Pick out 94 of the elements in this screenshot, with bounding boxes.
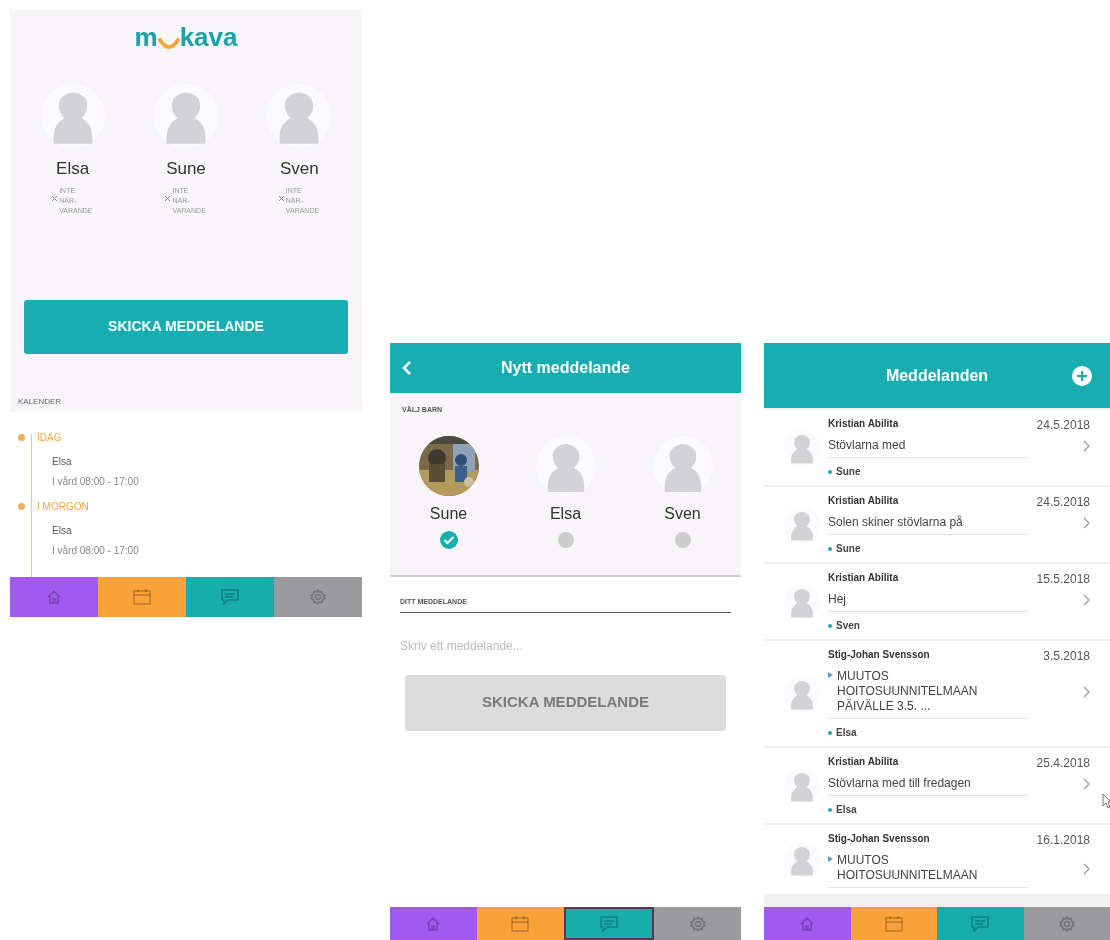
message-date: 24.5.2018 <box>1036 494 1090 511</box>
day-label: I MORGON <box>37 499 89 514</box>
child-tag: Sune <box>836 541 861 556</box>
radio-icon[interactable] <box>555 529 576 550</box>
child-name: Sune <box>429 503 468 524</box>
message-text: MUUTOS HOITOSUUNNITELMAAN <box>837 853 979 883</box>
message-field[interactable]: Skriv ett meddelande... <box>400 630 731 661</box>
cross-icon <box>52 195 58 201</box>
dot-icon <box>828 807 832 812</box>
dot-icon <box>828 546 832 551</box>
home-icon <box>425 915 442 932</box>
sender-name: Kristian Abilita <box>828 417 899 431</box>
message-row[interactable]: Kristian Abilita 24.5.2018 Solen skiner stövlarna på Sune <box>764 487 1110 562</box>
dot-icon <box>828 469 832 474</box>
child-tag: Sven <box>836 618 860 633</box>
screen-title: Meddelanden <box>885 365 989 386</box>
message-date: 24.5.2018 <box>1036 417 1090 434</box>
dot-icon <box>828 623 832 628</box>
child-name: Sune <box>166 158 206 180</box>
child-name: Sven <box>664 503 701 524</box>
tab-button[interactable] <box>186 577 274 617</box>
dot-icon <box>828 730 832 735</box>
tab-button[interactable] <box>1023 907 1110 940</box>
message-row[interactable]: Stig-Johan Svensson 16.1.2018 MUUTOS HOITOSUUNNITELMAAN <box>764 825 1110 894</box>
settings-icon <box>689 915 706 932</box>
bullet-icon <box>828 856 833 862</box>
message-row[interactable]: Stig-Johan Svensson 3.5.2018 MUUTOS HOITOSUUNNITELMAAN PÄIVÄLLE 3.5. ... Elsa <box>764 641 1110 746</box>
cross-icon <box>165 195 171 201</box>
settings-icon <box>310 589 326 605</box>
child-tag: Elsa <box>836 725 857 740</box>
chat-icon <box>599 915 618 932</box>
timeline-dot-icon <box>18 433 25 441</box>
child-name: Sven <box>279 158 319 180</box>
child-name: Elsa <box>549 503 582 524</box>
message-date: 25.4.2018 <box>1036 755 1090 772</box>
message-text: Solen skiner stövlarna på <box>828 515 963 530</box>
sender-name: Stig-Johan Svensson <box>828 832 930 846</box>
chat-icon <box>221 589 239 605</box>
message-row[interactable]: Kristian Abilita 15.5.2018 Hej Sven <box>764 564 1110 639</box>
calendar-icon <box>511 915 530 932</box>
chevron-icon <box>1083 778 1090 790</box>
tab-button[interactable] <box>654 907 741 940</box>
message-row[interactable]: Kristian Abilita 25.4.2018 Stövlarna med till fredagen Elsa <box>764 748 1110 823</box>
child-name: Elsa <box>56 158 90 180</box>
radio-icon[interactable] <box>672 529 693 550</box>
entry-child: Elsa <box>52 454 73 469</box>
chevron-icon <box>1083 686 1090 698</box>
chevron-icon <box>1083 440 1090 452</box>
back-icon <box>402 360 412 376</box>
message-date: 3.5.2018 <box>1043 648 1090 665</box>
home-icon <box>799 915 816 932</box>
cursor-icon <box>1102 793 1110 809</box>
add-button[interactable] <box>1072 365 1092 386</box>
tab-button[interactable] <box>937 907 1024 940</box>
chevron-icon <box>1083 594 1090 606</box>
sender-name: Kristian Abilita <box>828 755 899 769</box>
smile-icon <box>157 38 180 50</box>
child-tag: Elsa <box>836 802 857 817</box>
tab-button[interactable] <box>850 907 937 940</box>
bullet-icon <box>828 672 833 678</box>
day-label: IDAG <box>37 430 62 445</box>
checkmark-icon[interactable] <box>438 529 459 550</box>
message-date: 15.5.2018 <box>1036 571 1090 588</box>
settings-icon <box>1058 915 1075 932</box>
cross-icon <box>278 195 284 201</box>
child-tag: Sune <box>836 464 861 479</box>
message-text: Stövlarna med till fredagen <box>828 776 971 791</box>
tab-button[interactable] <box>274 577 362 617</box>
chevron-icon <box>1083 517 1090 529</box>
sender-name: Kristian Abilita <box>828 571 899 585</box>
screen-title: Nytt meddelande <box>501 358 630 378</box>
sender-name: Stig-Johan Svensson <box>828 648 930 662</box>
chat-icon <box>971 915 990 932</box>
tab-button[interactable] <box>98 577 186 617</box>
message-text: Hej <box>828 592 846 607</box>
chevron-icon <box>1083 862 1090 875</box>
message-text: Stövlarna med <box>828 438 906 453</box>
sender-name: Kristian Abilita <box>828 494 899 508</box>
message-date: 16.1.2018 <box>1036 832 1090 849</box>
calendar-icon <box>133 589 151 605</box>
entry-detail: I vård 08:00 - 17:00 <box>52 543 140 558</box>
section-heading: KALENDER <box>17 395 63 408</box>
logo-text: m <box>134 24 158 50</box>
timeline-dot-icon <box>18 502 25 510</box>
tab-button[interactable] <box>476 907 564 940</box>
tab-button[interactable] <box>563 907 655 940</box>
home-icon <box>46 589 62 605</box>
calendar-icon <box>884 915 903 932</box>
entry-child: Elsa <box>52 523 73 538</box>
entry-detail: I vård 08:00 - 17:00 <box>52 474 140 489</box>
plus-icon <box>1072 365 1092 386</box>
logo-text: kava <box>179 24 238 50</box>
message-text: MUUTOS HOITOSUUNNITELMAAN PÄIVÄLLE 3.5. ... <box>837 669 979 714</box>
message-row[interactable]: Kristian Abilita 24.5.2018 Stövlarna med Sune <box>764 410 1110 485</box>
